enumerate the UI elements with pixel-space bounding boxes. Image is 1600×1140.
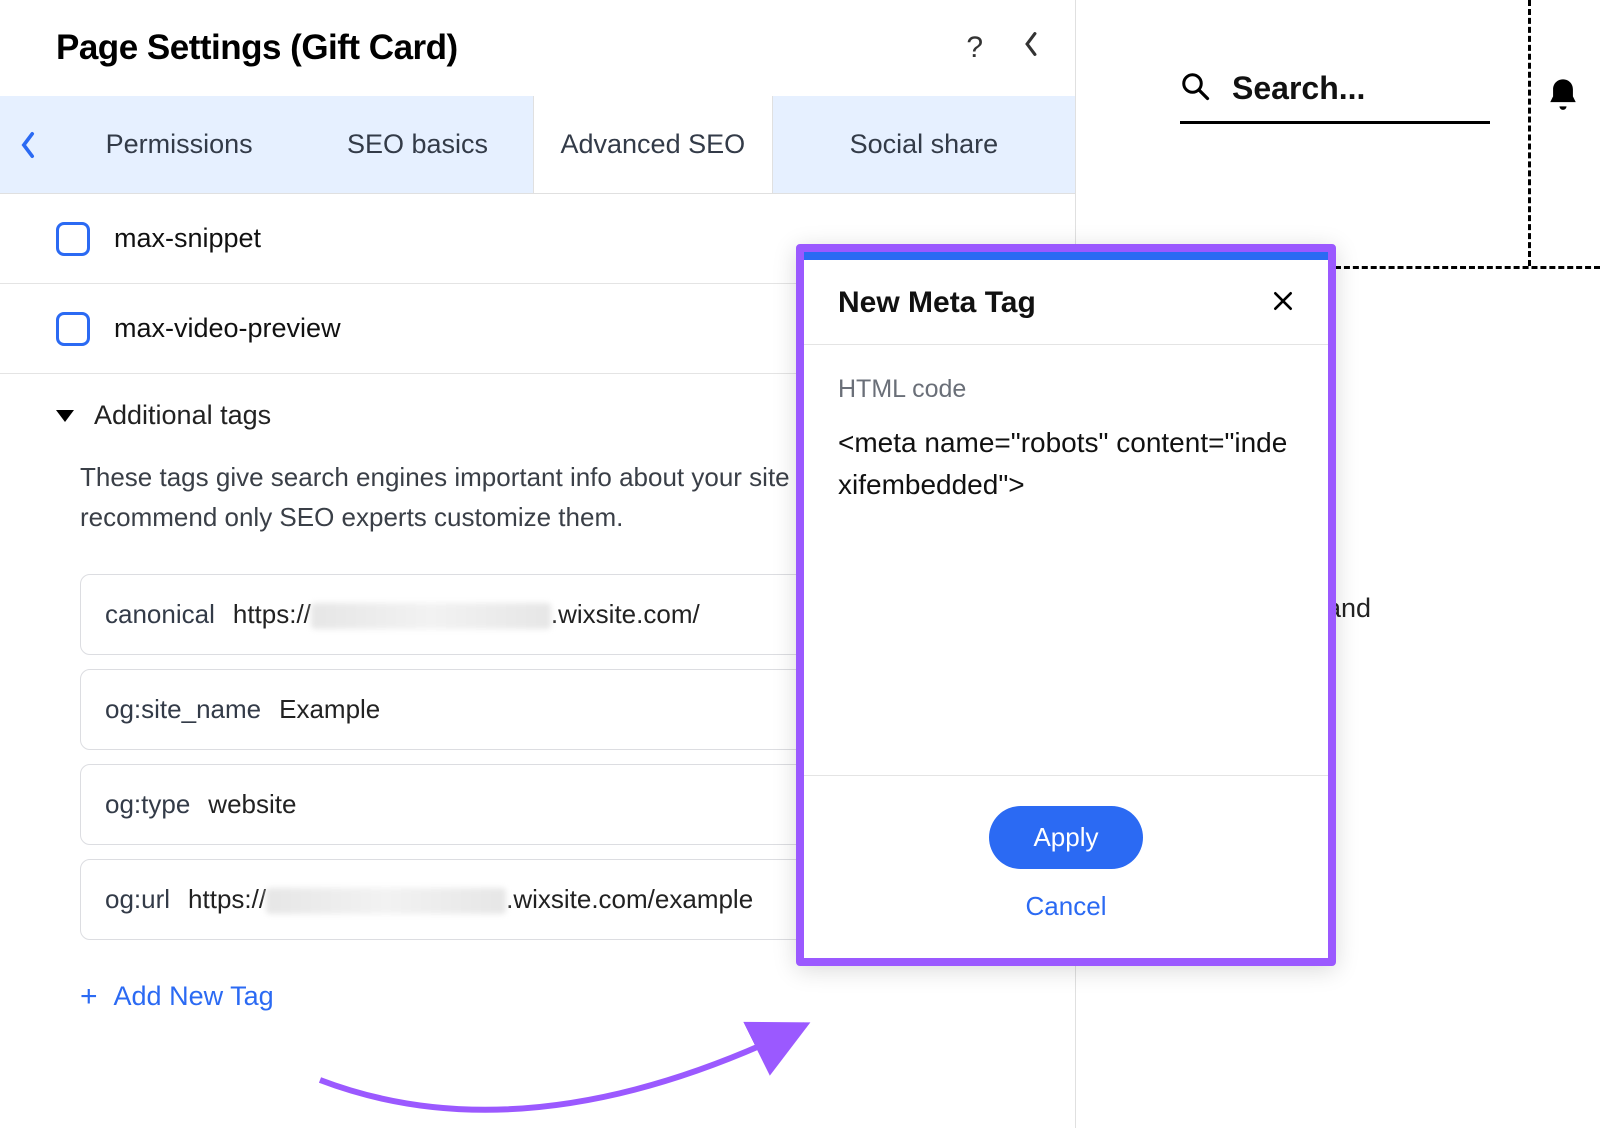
tab-seo-basics[interactable]: SEO basics (302, 96, 533, 193)
tab-advanced-seo[interactable]: Advanced SEO (533, 96, 773, 193)
tab-label: Social share (850, 128, 999, 162)
checkbox-icon[interactable] (56, 222, 90, 256)
panel-header-actions: ? (966, 31, 1039, 65)
checkbox-icon[interactable] (56, 312, 90, 346)
tab-label: Permissions (106, 128, 253, 162)
modal-header: New Meta Tag (804, 260, 1328, 345)
tag-key: canonical (105, 599, 215, 630)
additional-tags-title: Additional tags (94, 400, 271, 431)
search-placeholder: Search... (1232, 70, 1365, 107)
tag-key: og:site_name (105, 694, 261, 725)
modal-body: HTML code <meta name="robots" content="i… (804, 345, 1328, 775)
modal-footer: Apply Cancel (804, 775, 1328, 958)
cancel-button[interactable]: Cancel (1026, 891, 1107, 922)
modal-accent-bar (804, 252, 1328, 260)
modal-title: New Meta Tag (838, 286, 1036, 320)
redacted-text (311, 603, 551, 629)
tag-value: Example (279, 694, 380, 725)
checkbox-label: max-video-preview (114, 313, 341, 344)
tag-value: website (208, 789, 296, 820)
panel-header: Page Settings (Gift Card) ? (0, 0, 1075, 96)
tag-value: https://.wixsite.com/ (233, 599, 700, 630)
tab-label: SEO basics (347, 128, 488, 162)
tab-label: Advanced SEO (561, 128, 746, 162)
close-panel-chevron-icon[interactable] (1023, 31, 1039, 65)
tag-key: og:url (105, 884, 170, 915)
search-input[interactable]: Search... (1180, 70, 1490, 124)
tabs-bar: Permissions SEO basics Advanced SEO Soci… (0, 96, 1075, 194)
redacted-text (266, 888, 506, 914)
help-icon[interactable]: ? (966, 31, 983, 65)
modal-field-label: HTML code (838, 375, 1294, 404)
new-meta-tag-modal: New Meta Tag HTML code <meta name="robot… (796, 244, 1336, 966)
tabs-scroll-left-icon[interactable] (0, 96, 56, 193)
plus-icon: + (80, 980, 98, 1014)
add-new-tag-label: Add New Tag (114, 981, 274, 1012)
tag-key: og:type (105, 789, 190, 820)
checkbox-label: max-snippet (114, 223, 261, 254)
search-icon (1180, 71, 1210, 106)
notifications-bell-icon[interactable] (1546, 76, 1580, 119)
tab-social-share[interactable]: Social share (773, 96, 1075, 193)
close-icon[interactable] (1272, 290, 1294, 317)
panel-title: Page Settings (Gift Card) (56, 28, 458, 68)
tab-permissions[interactable]: Permissions (56, 96, 302, 193)
tag-value: https://.wixsite.com/example (188, 884, 753, 915)
crop-guide-vertical (1528, 0, 1531, 266)
add-new-tag-button[interactable]: + Add New Tag (80, 980, 1019, 1014)
apply-button[interactable]: Apply (989, 806, 1142, 869)
top-right-header: Search... (1180, 70, 1580, 124)
html-code-input[interactable]: <meta name="robots" content="indexifembe… (838, 422, 1294, 506)
caret-down-icon (56, 410, 74, 422)
